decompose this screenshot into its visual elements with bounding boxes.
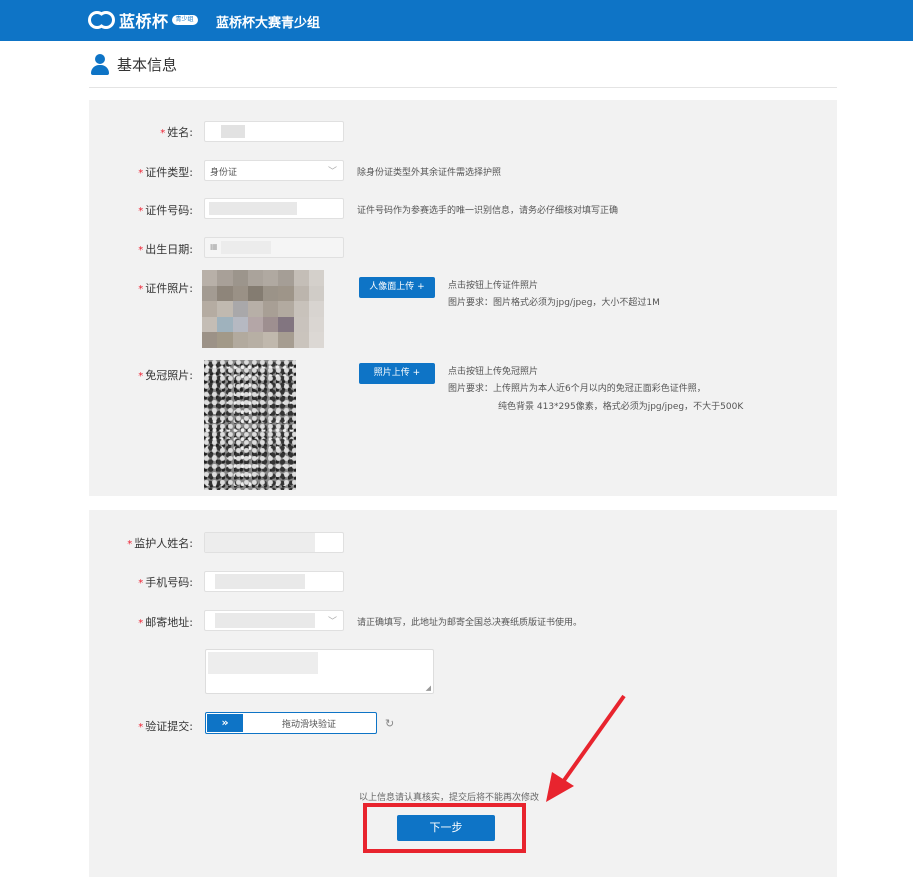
verify-label: * 验证提交: xyxy=(138,720,193,733)
hat-photo-hint: 点击按钮上传免冠照片 xyxy=(448,367,539,377)
id-number-input[interactable] xyxy=(204,198,344,219)
phone-label: * 手机号码: xyxy=(138,576,193,589)
address-hint: 请正确填写，此地址为邮寄全国总决赛纸质版证书使用。 xyxy=(357,618,583,628)
id-type-row: * 证件类型: 身份证 ﹀ 除身份证类型外其余证件需选择护照 xyxy=(89,159,837,183)
address-row: * 邮寄地址: ﹀ 请正确填写，此地址为邮寄全国总决赛纸质版证书使用。 xyxy=(89,609,837,633)
section-header: 基本信息 xyxy=(90,52,177,76)
address-label: * 邮寄地址: xyxy=(138,616,193,629)
logo-text: 蓝桥杯 xyxy=(119,12,169,31)
resize-grip-icon[interactable]: ◢ xyxy=(426,684,431,692)
logo-badge: 青少组 xyxy=(171,15,198,25)
submit-notice: 以上信息请认真核实，提交后将不能再次修改 xyxy=(359,793,540,803)
id-photo-label: * 证件照片: xyxy=(138,282,193,295)
id-number-hint: 证件号码作为参赛选手的唯一识别信息，请务必仔细核对填写正确 xyxy=(357,206,619,216)
phone-row: * 手机号码: xyxy=(89,569,837,593)
hat-photo-label: * 免冠照片: xyxy=(138,369,193,382)
chevron-down-icon: ﹀ xyxy=(327,167,337,177)
address-detail-textarea[interactable]: ◢ xyxy=(205,649,434,694)
user-icon xyxy=(90,53,110,75)
id-photo-upload-button[interactable]: 人像面上传 + xyxy=(359,277,435,298)
id-type-hint: 除身份证类型外其余证件需选择护照 xyxy=(357,168,502,178)
verify-slider[interactable]: » 拖动滑块验证 xyxy=(205,712,377,734)
top-bar: 蓝桥杯 青少组 蓝桥杯大赛青少组 xyxy=(0,0,913,41)
hat-photo-preview xyxy=(204,360,296,490)
calendar-icon: ▦ xyxy=(210,242,218,251)
slider-text: 拖动滑块验证 xyxy=(281,720,336,730)
slider-handle[interactable]: » xyxy=(207,714,243,732)
guardian-row: * 监护人姓名: xyxy=(89,530,837,554)
birth-label: * 出生日期: xyxy=(138,243,193,256)
logo[interactable]: 蓝桥杯 青少组 xyxy=(88,8,198,32)
guardian-label: * 监护人姓名: xyxy=(127,537,193,550)
name-label: * 姓名: xyxy=(160,126,193,139)
name-row: * 姓名: xyxy=(89,119,837,143)
id-type-select[interactable]: 身份证 ﹀ xyxy=(204,160,344,181)
verify-row: * 验证提交: xyxy=(89,713,837,737)
logo-mark-icon xyxy=(88,9,116,31)
address-select[interactable]: ﹀ xyxy=(204,610,344,631)
birth-input[interactable]: ▦ xyxy=(204,237,344,258)
name-input[interactable] xyxy=(204,121,344,142)
section-title: 基本信息 xyxy=(117,55,178,74)
id-number-label: * 证件号码: xyxy=(138,204,193,217)
id-number-row: * 证件号码: 证件号码作为参赛选手的唯一识别信息，请务必仔细核对填写正确 xyxy=(89,197,837,221)
hat-photo-upload-button[interactable]: 照片上传 + xyxy=(359,363,435,384)
site-title[interactable]: 蓝桥杯大赛青少组 xyxy=(216,12,320,31)
phone-input[interactable] xyxy=(204,571,344,592)
highlight-box xyxy=(363,803,526,853)
hat-photo-requirement-2: 纯色背景 413*295像素，格式必须为jpg/jpeg，不大于500K xyxy=(498,402,744,412)
basic-info-panel: * 姓名: * 证件类型: 身份证 ﹀ 除身份证类型外其余证件需选择护照 * 证件号码… xyxy=(89,100,837,496)
id-photo-preview xyxy=(202,270,324,348)
refresh-icon[interactable]: ↻ xyxy=(385,717,394,730)
hat-photo-requirement-1: 图片要求：上传照片为本人近6个月以内的免冠正面彩色证件照， xyxy=(448,384,706,394)
birth-row: * 出生日期: ▦ xyxy=(89,236,837,260)
id-type-value: 身份证 xyxy=(210,168,238,178)
guardian-input[interactable] xyxy=(204,532,344,553)
chevron-down-icon: ﹀ xyxy=(327,617,337,627)
id-type-label: * 证件类型: xyxy=(138,166,193,179)
annotation-arrow-icon xyxy=(546,694,626,802)
section-divider xyxy=(89,87,837,88)
id-photo-requirement: 图片要求：图片格式必须为jpg/jpeg，大小不超过1M xyxy=(448,298,660,308)
id-photo-hint: 点击按钮上传证件照片 xyxy=(448,281,539,291)
